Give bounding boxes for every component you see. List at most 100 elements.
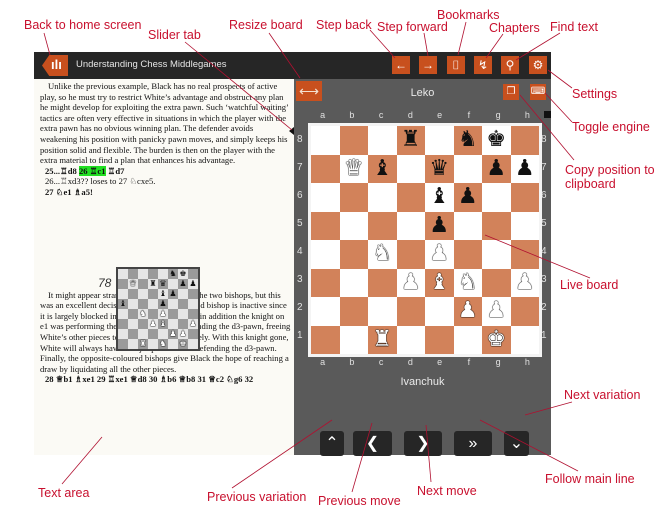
square-c6[interactable]	[138, 289, 148, 299]
white-knight-icon[interactable]: ♞	[139, 309, 146, 318]
square-f6[interactable]: ♟	[453, 183, 482, 212]
square-h5[interactable]	[510, 211, 539, 240]
square-h2[interactable]	[188, 329, 198, 339]
black-pawn-icon[interactable]: ♟	[169, 289, 176, 298]
square-d2[interactable]	[396, 297, 425, 326]
square-a8[interactable]	[311, 126, 340, 155]
white-bishop-icon[interactable]: ♝	[429, 271, 449, 294]
square-a1[interactable]	[311, 325, 340, 354]
square-b7[interactable]: ♛	[128, 279, 138, 289]
square-b8[interactable]	[339, 126, 368, 155]
square-a2[interactable]	[311, 297, 340, 326]
square-d7[interactable]	[396, 154, 425, 183]
square-h8[interactable]	[188, 269, 198, 279]
white-queen-icon[interactable]: ♛	[129, 279, 136, 288]
square-e5[interactable]: ♟	[425, 211, 454, 240]
square-a6[interactable]	[311, 183, 340, 212]
current-move-highlight[interactable]: 26 ♖c1	[78, 165, 106, 176]
black-knight-icon[interactable]: ♞	[169, 269, 176, 278]
diagram-board[interactable]: ♞ ♚ ♛ ♜ ♛ ♟ ♟ ♝ ♟ ♝ ♟ ♞ ♟ ♟ ♝ ♟ ♟ ♟ ♜ ♞ ♚	[116, 267, 200, 351]
square-g6[interactable]	[482, 183, 511, 212]
square-b7[interactable]: ♛	[339, 154, 368, 183]
square-c8[interactable]	[368, 126, 397, 155]
square-d3[interactable]: ♟	[396, 268, 425, 297]
square-f3[interactable]	[168, 319, 178, 329]
square-h8[interactable]	[510, 126, 539, 155]
white-knight-icon[interactable]: ♞	[458, 271, 478, 294]
black-rook-icon[interactable]: ♜	[401, 129, 421, 151]
white-pawn-icon[interactable]: ♟	[179, 329, 186, 338]
square-d4[interactable]	[396, 240, 425, 269]
square-b4[interactable]	[339, 240, 368, 269]
square-a2[interactable]	[118, 329, 128, 339]
square-f2[interactable]: ♟	[453, 297, 482, 326]
square-d7[interactable]: ♜	[148, 279, 158, 289]
square-a8[interactable]	[118, 269, 128, 279]
black-pawn-icon[interactable]: ♟	[159, 299, 166, 308]
black-bishop-icon[interactable]: ♝	[159, 289, 166, 298]
white-pawn-icon[interactable]: ♟	[401, 271, 421, 294]
text-area[interactable]: Unlike the previous example, Black has n…	[40, 81, 292, 453]
black-queen-icon[interactable]: ♛	[159, 279, 166, 288]
square-c4[interactable]: ♞	[138, 309, 148, 319]
square-h1[interactable]	[188, 339, 198, 349]
square-a4[interactable]	[118, 309, 128, 319]
square-g4[interactable]	[178, 309, 188, 319]
square-b5[interactable]	[128, 299, 138, 309]
move-line-3[interactable]: 27 ♘e1 ♗a5!	[40, 187, 292, 198]
square-c5[interactable]	[368, 211, 397, 240]
square-e7[interactable]: ♛	[425, 154, 454, 183]
square-a3[interactable]	[118, 319, 128, 329]
square-a6[interactable]	[118, 289, 128, 299]
square-b6[interactable]	[339, 183, 368, 212]
square-c7[interactable]: ♝	[368, 154, 397, 183]
square-f8[interactable]: ♞	[453, 126, 482, 155]
square-e8[interactable]	[425, 126, 454, 155]
square-e2[interactable]	[158, 329, 168, 339]
square-b2[interactable]	[339, 297, 368, 326]
black-king-icon[interactable]: ♚	[179, 269, 186, 278]
square-c1[interactable]: ♜	[368, 325, 397, 354]
square-b1[interactable]	[128, 339, 138, 349]
square-h2[interactable]	[510, 297, 539, 326]
square-b8[interactable]	[128, 269, 138, 279]
square-d6[interactable]	[396, 183, 425, 212]
white-pawn-icon[interactable]: ♟	[149, 319, 156, 328]
square-b1[interactable]	[339, 325, 368, 354]
square-c2[interactable]	[138, 329, 148, 339]
square-c3[interactable]	[138, 319, 148, 329]
bookmarks-button[interactable]: ⌷	[447, 56, 465, 74]
square-f3[interactable]: ♞	[453, 268, 482, 297]
square-h7[interactable]: ♟	[510, 154, 539, 183]
square-d1[interactable]	[396, 325, 425, 354]
toggle-engine-button[interactable]: ⌨	[530, 84, 546, 100]
square-g3[interactable]	[178, 319, 188, 329]
square-c2[interactable]	[368, 297, 397, 326]
black-bishop-icon[interactable]: ♝	[372, 157, 392, 180]
square-c5[interactable]	[138, 299, 148, 309]
next-move-button[interactable]: ❯	[404, 431, 442, 456]
chapters-button[interactable]: ↯	[474, 56, 492, 74]
square-e6[interactable]: ♝	[158, 289, 168, 299]
square-h4[interactable]	[510, 240, 539, 269]
move-line-2[interactable]: 26...♖xd3?? loses to 27 ♘cxe5.	[40, 176, 292, 187]
square-d3[interactable]: ♟	[148, 319, 158, 329]
square-f4[interactable]	[168, 309, 178, 319]
white-bishop-icon[interactable]: ♝	[159, 319, 166, 328]
copy-position-button[interactable]: ❐	[503, 84, 519, 100]
square-c4[interactable]: ♞	[368, 240, 397, 269]
square-b2[interactable]	[128, 329, 138, 339]
square-e5[interactable]: ♟	[158, 299, 168, 309]
square-d1[interactable]	[148, 339, 158, 349]
white-pawn-icon[interactable]: ♟	[159, 309, 166, 318]
black-bishop-icon[interactable]: ♝	[429, 186, 449, 208]
square-e2[interactable]	[425, 297, 454, 326]
white-knight-icon[interactable]: ♞	[159, 339, 166, 348]
square-e3[interactable]: ♝	[158, 319, 168, 329]
step-back-button[interactable]: ←	[392, 56, 410, 74]
square-d5[interactable]	[396, 211, 425, 240]
square-a7[interactable]	[311, 154, 340, 183]
square-e3[interactable]: ♝	[425, 268, 454, 297]
square-f1[interactable]	[453, 325, 482, 354]
black-rook-icon[interactable]: ♜	[149, 279, 156, 288]
